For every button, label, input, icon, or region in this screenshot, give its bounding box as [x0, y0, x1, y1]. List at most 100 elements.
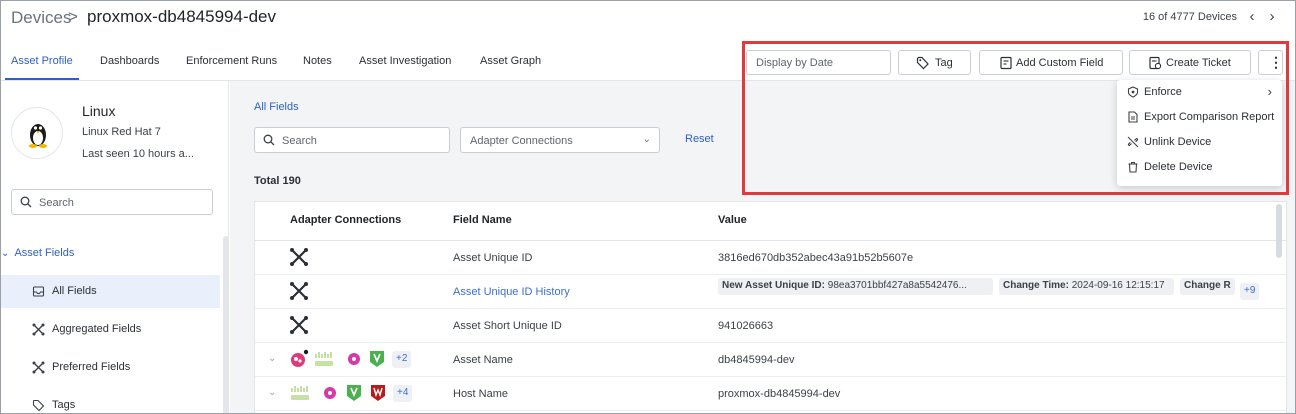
breadcrumb-separator: >: [68, 7, 78, 26]
sidebar-scrollbar[interactable]: [223, 236, 229, 413]
preferred-icon: [32, 361, 45, 374]
sidebar-item-aggregated-fields[interactable]: Aggregated Fields: [1, 313, 220, 346]
section-title: All Fields: [254, 101, 299, 113]
sidebar-search-placeholder: Search: [39, 197, 74, 209]
total-count: Total 190: [254, 175, 301, 187]
breadcrumb-devices[interactable]: Devices: [11, 8, 71, 28]
last-seen: Last seen 10 hours a...: [82, 148, 194, 160]
table-row[interactable]: ⌄: [255, 343, 1286, 377]
reset-link[interactable]: Reset: [685, 133, 714, 145]
add-custom-field-button[interactable]: Add Custom Field: [979, 50, 1123, 75]
inbox-icon: [32, 286, 45, 297]
table-row[interactable]: Asset Short Unique ID 941026663: [255, 309, 1286, 343]
menu-item-export-comparison-report[interactable]: Export Comparison Report: [1117, 105, 1282, 130]
table-row[interactable]: Asset Unique ID 3816ed670db352abec43a91b…: [255, 241, 1286, 275]
history-chip: New Asset Unique ID: 98ea3701bbf427a8a55…: [718, 278, 993, 295]
more-adapters-chip[interactable]: +2: [392, 351, 412, 368]
field-name: Asset Unique ID: [453, 252, 533, 264]
linux-penguin-icon: [29, 124, 47, 148]
add-custom-field-label: Add Custom Field: [1016, 57, 1104, 69]
device-counter: 16 of 4777 Devices: [1142, 11, 1237, 23]
add-field-icon: [1000, 56, 1012, 70]
asset-fields-label: Asset Fields: [14, 247, 75, 259]
field-name: Host Name: [453, 388, 509, 400]
aggregate-adapter-icon: [290, 248, 308, 266]
unlink-icon: [1127, 136, 1139, 148]
search-icon: [263, 134, 275, 146]
history-chip: Change Time: 2024-09-16 12:15:17: [999, 278, 1174, 295]
menu-item-label: Delete Device: [1144, 161, 1213, 173]
chevron-down-icon[interactable]: ⌄: [268, 353, 276, 364]
red-shield-icon: [371, 385, 385, 401]
tab-asset-graph[interactable]: Asset Graph: [480, 55, 541, 67]
chevron-right-icon[interactable]: ›: [1263, 7, 1281, 27]
asset-fields-section[interactable]: ⌄ Asset Fields: [1, 247, 74, 259]
magenta-adapter-icon: [324, 387, 336, 399]
display-by-date-placeholder: Display by Date: [756, 57, 834, 69]
green-shield-icon: [370, 351, 384, 367]
adapter-select-placeholder: Adapter Connections: [470, 135, 573, 147]
menu-item-label: Enforce: [1144, 86, 1182, 98]
chevron-left-icon[interactable]: ‹: [1243, 7, 1261, 27]
pink-adapter-icon: [291, 349, 309, 367]
magenta-adapter-icon: [348, 353, 360, 365]
menu-item-unlink-device[interactable]: Unlink Device: [1117, 130, 1282, 155]
fields-table: Adapter Connections Field Name Value Ass…: [254, 201, 1287, 413]
green-shield-icon: [347, 385, 361, 401]
device-profile-window: Devices > proxmox-db4845994-dev 16 of 47…: [0, 0, 1296, 414]
chip-value: 2024-09-16 12:15:17: [1071, 280, 1165, 291]
tab-asset-investigation[interactable]: Asset Investigation: [359, 55, 451, 67]
create-ticket-button[interactable]: Create Ticket: [1129, 50, 1251, 75]
tag-icon: [916, 56, 929, 70]
menu-item-label: Unlink Device: [1144, 136, 1212, 148]
menu-item-delete-device[interactable]: Delete Device: [1117, 155, 1282, 180]
sidebar-item-label: Tags: [52, 399, 76, 411]
sidebar-item-preferred-fields[interactable]: Preferred Fields: [1, 351, 220, 384]
page-title: proxmox-db4845994-dev: [87, 7, 277, 26]
cisco-meraki-icon: [315, 352, 333, 366]
adapter-connections-select[interactable]: Adapter Connections ⌄: [460, 127, 660, 153]
aggregate-adapter-icon: [290, 282, 308, 300]
os-avatar: [11, 107, 63, 159]
more-adapters-chip[interactable]: +4: [393, 385, 413, 402]
create-ticket-label: Create Ticket: [1166, 57, 1231, 69]
trash-icon: [1128, 162, 1138, 173]
chip-key: New Asset Unique ID:: [722, 280, 825, 291]
more-actions-menu: Enforce › Export Comparison Report Unlin…: [1117, 80, 1282, 186]
more-values-chip[interactable]: +9: [1240, 283, 1260, 300]
chevron-down-icon: ⌄: [1, 248, 10, 259]
table-row[interactable]: Asset Unique ID History New Asset Unique…: [255, 275, 1286, 309]
more-actions-button[interactable]: ⋮: [1258, 50, 1283, 75]
aggregate-adapter-icon: [290, 316, 308, 334]
table-row[interactable]: ⌄: [255, 377, 1286, 411]
tab-asset-profile[interactable]: Asset Profile: [11, 55, 73, 67]
tab-enforcement-runs[interactable]: Enforcement Runs: [186, 55, 277, 67]
display-by-date-picker[interactable]: Display by Date: [746, 50, 891, 75]
sidebar-item-all-fields[interactable]: All Fields: [1, 275, 220, 308]
column-header[interactable]: Adapter Connections: [290, 214, 401, 226]
chevron-down-icon[interactable]: ⌄: [268, 387, 276, 398]
field-name: Asset Short Unique ID: [453, 320, 562, 332]
field-name: Asset Name: [453, 354, 513, 366]
column-header[interactable]: Field Name: [453, 214, 512, 226]
tag-button[interactable]: Tag: [898, 50, 971, 75]
enforce-icon: [1127, 86, 1139, 98]
chip-key: Change R: [1184, 280, 1231, 291]
field-name-link[interactable]: Asset Unique ID History: [453, 286, 570, 298]
sidebar-item-label: Aggregated Fields: [52, 323, 142, 335]
sidebar-search-input[interactable]: Search: [11, 189, 213, 215]
history-chip: Change R: [1180, 278, 1235, 295]
aggregate-icon: [32, 323, 45, 336]
menu-item-enforce[interactable]: Enforce ›: [1117, 80, 1282, 105]
fields-search-input[interactable]: Search: [254, 127, 450, 153]
field-value: db4845994-dev: [718, 354, 795, 366]
tab-dashboards[interactable]: Dashboards: [100, 55, 159, 67]
column-header[interactable]: Value: [718, 214, 747, 226]
sidebar-item-tags[interactable]: Tags: [1, 389, 220, 413]
tab-notes[interactable]: Notes: [303, 55, 332, 67]
menu-item-label: Export Comparison Report: [1144, 111, 1275, 123]
tag-icon: [32, 399, 45, 412]
field-value: 3816ed670db352abec43a91b52b5607e: [718, 252, 914, 264]
chip-value: 98ea3701bbf427a8a5542476...: [827, 280, 967, 291]
tag-button-label: Tag: [935, 57, 953, 69]
